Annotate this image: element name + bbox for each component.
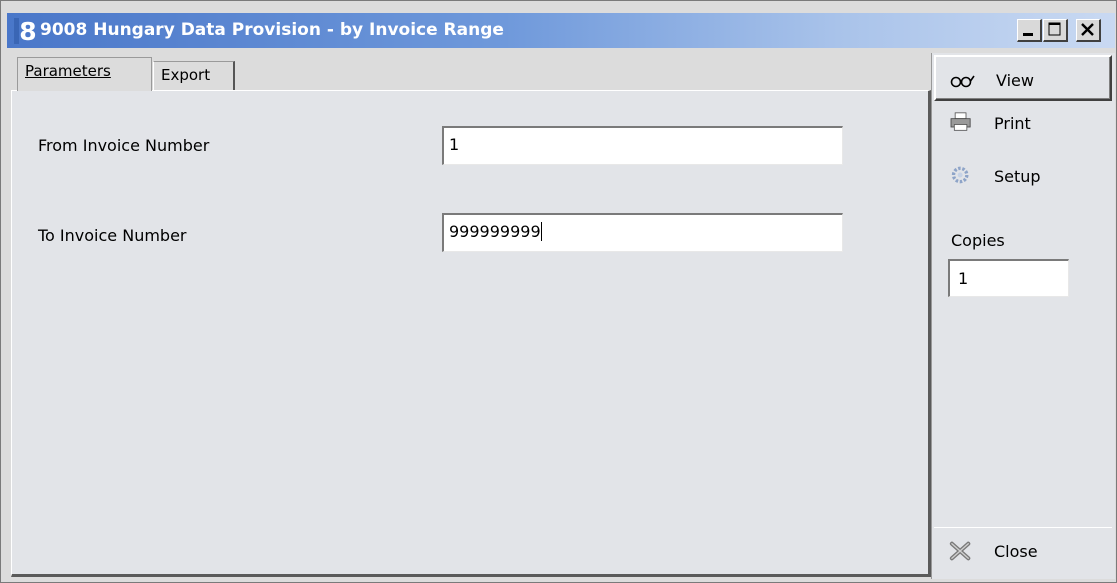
to-invoice-value: 999999999 <box>449 222 541 241</box>
glasses-icon <box>950 75 975 88</box>
to-invoice-label: To Invoice Number <box>38 226 187 245</box>
tab-export[interactable]: Export <box>153 61 235 91</box>
parameters-panel: From Invoice Number 1 To Invoice Number … <box>11 90 931 577</box>
setup-label: Setup <box>994 167 1041 186</box>
to-invoice-field[interactable]: 999999999 <box>442 213 843 252</box>
action-sidebar: View Print Setup Copies 1 Close <box>931 53 1115 579</box>
setup-button[interactable]: Setup <box>934 157 1112 203</box>
close-x-icon <box>949 541 971 561</box>
report-window: 8 9008 Hungary Data Provision - by Invoi… <box>0 0 1117 583</box>
gear-icon <box>951 166 969 184</box>
close-label: Close <box>994 542 1038 561</box>
copies-label: Copies <box>951 231 1005 250</box>
text-caret <box>540 222 542 241</box>
print-button[interactable]: Print <box>934 107 1112 153</box>
copies-value: 1 <box>958 269 969 288</box>
copies-field[interactable]: 1 <box>948 259 1069 297</box>
from-invoice-field[interactable]: 1 <box>442 126 843 165</box>
minimize-button[interactable] <box>1017 19 1042 42</box>
view-label: View <box>996 71 1034 90</box>
minimize-icon <box>1023 33 1033 36</box>
close-icon <box>1081 23 1094 36</box>
maximize-button[interactable] <box>1043 19 1068 42</box>
printer-icon <box>950 112 971 131</box>
close-button[interactable]: Close <box>934 527 1112 573</box>
close-window-button[interactable] <box>1076 19 1101 42</box>
from-invoice-label: From Invoice Number <box>38 136 210 155</box>
maximize-icon <box>1048 22 1061 36</box>
window-title: 9008 Hungary Data Provision - by Invoice… <box>40 20 504 40</box>
print-label: Print <box>994 114 1031 133</box>
tab-export-label: Export <box>161 66 211 84</box>
view-button[interactable]: View <box>934 55 1112 101</box>
tab-parameters-label: Parameters <box>25 62 111 80</box>
app-logo-icon: 8 <box>14 18 37 44</box>
from-invoice-value: 1 <box>449 135 460 154</box>
svg-text:8: 8 <box>19 18 36 44</box>
tab-parameters[interactable]: Parameters <box>17 57 152 91</box>
title-bar[interactable]: 8 9008 Hungary Data Provision - by Invoi… <box>7 13 1115 48</box>
